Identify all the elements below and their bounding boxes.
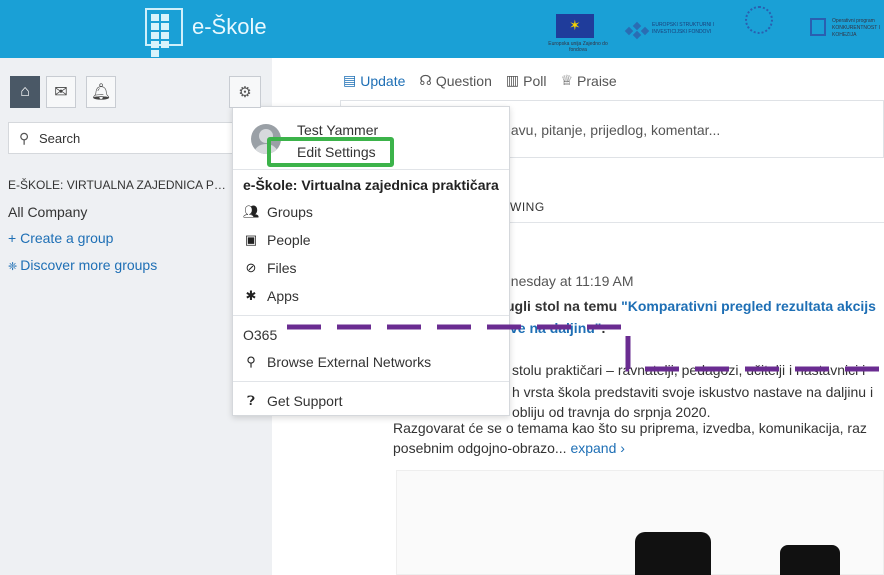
annotation-dashed-arrow	[287, 324, 884, 372]
